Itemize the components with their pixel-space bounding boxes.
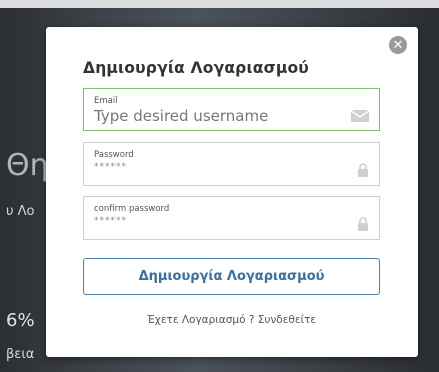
close-icon[interactable]: ✕ [389,36,407,54]
background-heading: Θη [6,148,49,183]
background-caption: βεια [6,347,35,362]
envelope-icon [351,110,369,122]
login-link[interactable]: Έχετε Λογαριασμό ? Συνδεθείτε [83,314,380,326]
lock-icon [358,163,368,177]
confirm-password-input[interactable]: ****** [94,216,127,226]
background-subtitle: υ Λο [6,204,35,219]
email-input[interactable]: Type desired username [94,107,268,125]
top-bar [0,0,439,8]
password-input[interactable]: ****** [94,162,127,172]
email-field[interactable]: Email Type desired username [83,88,380,131]
lock-icon [358,217,368,231]
create-account-button[interactable]: Δημιουργία Λογαριασμού [83,258,380,295]
modal-title: Δημιουργία Λογαριασμού [83,59,309,77]
email-label: Email [94,96,118,106]
confirm-password-field[interactable]: confirm password ****** [83,196,380,240]
password-field[interactable]: Password ****** [83,142,380,186]
password-label: Password [94,150,134,160]
confirm-password-label: confirm password [94,204,170,214]
background-stat: 6% [6,310,35,331]
